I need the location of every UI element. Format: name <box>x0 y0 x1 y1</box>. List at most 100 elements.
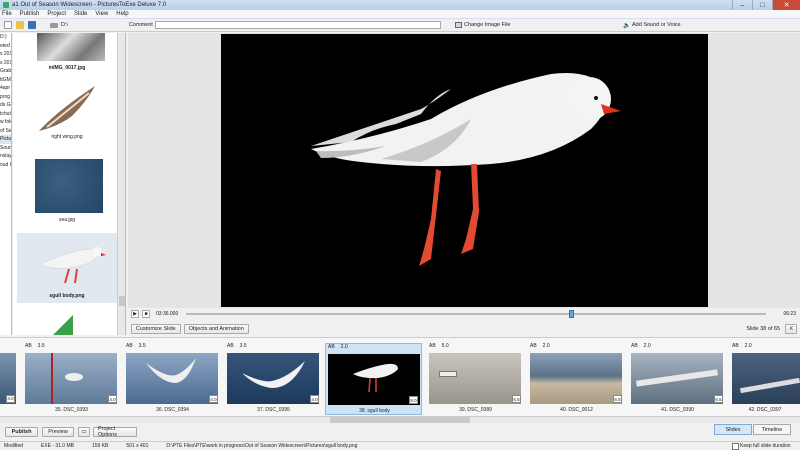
slide-time: 3.5 <box>239 343 247 349</box>
slide-duration: 4.0 <box>6 395 15 403</box>
scroll-thumb[interactable] <box>119 296 125 306</box>
tree-item[interactable]: D:) <box>0 33 11 42</box>
tree-item[interactable]: w fold <box>0 118 11 127</box>
new-file-icon[interactable] <box>4 21 12 29</box>
tree-item[interactable]: Soun <box>0 144 11 153</box>
slide-label: 40. DSC_0012 <box>560 407 593 413</box>
drive-icon <box>50 22 58 28</box>
slide-label: 39. DSC_0389 <box>459 407 492 413</box>
slide-thumb[interactable]: AB 2.0 6.5 41. DSC_0390 <box>629 343 726 415</box>
file-name: sgull body.png <box>49 293 85 299</box>
menu-slide[interactable]: Slide <box>74 11 87 17</box>
slide-label: 35. DSC_0393 <box>55 407 88 413</box>
objects-animation-button[interactable]: Objects and Animation <box>183 323 249 334</box>
slide-strip-scrollbar[interactable] <box>0 417 800 423</box>
maximize-button[interactable]: □ <box>752 0 772 10</box>
menu-help[interactable]: Help <box>116 11 128 17</box>
slide-thumb-selected[interactable]: AB 2.0 8.0 38. sgull body <box>325 343 422 415</box>
comment-label: Comment <box>129 22 153 28</box>
slide-thumb[interactable]: AB 2.0 42. DSC_0397 <box>730 343 800 415</box>
tree-item[interactable]: s 201 <box>0 59 11 68</box>
file-thumbnail <box>39 86 95 131</box>
tree-item[interactable]: eted s <box>0 42 11 51</box>
menu-view[interactable]: View <box>95 11 108 17</box>
slide-thumb[interactable]: AB 3.5 4.0 36. DSC_0394 <box>124 343 221 415</box>
slide-image <box>227 353 319 404</box>
slide-duration: 6.5 <box>714 395 723 403</box>
slide-label: 41. DSC_0390 <box>661 407 694 413</box>
file-item-selected[interactable]: sgull body.png <box>17 233 117 303</box>
slide-preview[interactable] <box>221 34 708 307</box>
slide-thumb[interactable]: AB 3.5 4.0 37. DSC_0395 <box>225 343 322 415</box>
slide-duration: 4.0 <box>310 395 319 403</box>
close-button[interactable]: ✕ <box>772 0 800 10</box>
slide-image <box>631 353 723 404</box>
file-item[interactable]: right wing.png <box>17 81 117 141</box>
publish-button[interactable]: Publish <box>5 427 38 437</box>
save-icon[interactable] <box>28 21 36 29</box>
file-item[interactable]: sea.jpg <box>17 159 117 223</box>
menu-file[interactable]: File <box>2 11 12 17</box>
tree-item[interactable]: 4apr <box>0 84 11 93</box>
add-sound-button[interactable]: Add Sound or Voice <box>632 22 681 28</box>
window-title: a1 Out of Season Widescreen - PicturesTo… <box>12 2 167 8</box>
folder-tree: D:) eted s s 201 s 201 Grabb ttGM 4apr p… <box>0 33 12 335</box>
tab-slides[interactable]: Slides <box>714 424 752 435</box>
tree-item[interactable]: s 201 <box>0 50 11 59</box>
tree-item[interactable]: ds Ge <box>0 101 11 110</box>
slide-thumb[interactable]: AB 2.0 6.5 40. DSC_0012 <box>528 343 625 415</box>
tree-item[interactable]: tchutz <box>0 110 11 119</box>
speaker-icon[interactable]: 🔈 <box>623 22 630 29</box>
file-list: mIMG_0017.jpg right wing.png sea.jpg sgu… <box>13 33 126 335</box>
player-bar: ▶ ■ 03:36.000 06:23 <box>128 308 800 320</box>
slide-label: 38. sgull body <box>359 408 390 414</box>
comment-input[interactable] <box>155 21 441 29</box>
change-image-button[interactable]: Change Image File <box>464 22 510 28</box>
change-image-icon[interactable] <box>455 22 462 28</box>
timeline-knob[interactable] <box>568 310 574 318</box>
slide-duration: 4.0 <box>108 395 117 403</box>
menu-project[interactable]: Project <box>47 11 66 17</box>
file-item[interactable]: mIMG_0017.jpg <box>17 33 117 73</box>
fullscreen-icon[interactable]: ▭ <box>78 427 90 437</box>
slide-time: 5.0 <box>441 343 449 349</box>
tree-item[interactable]: Pictu <box>0 135 11 144</box>
minimize-button[interactable]: – <box>732 0 752 10</box>
slide-image <box>328 354 420 405</box>
menu-publish[interactable]: Publish <box>20 11 40 17</box>
file-name: sea.jpg <box>58 217 76 223</box>
tree-item[interactable]: prog <box>0 93 11 102</box>
timeline-track[interactable] <box>186 310 766 318</box>
tree-item[interactable]: ttGM <box>0 76 11 85</box>
slide-options-bar: Customize Slide Objects and Animation Sl… <box>128 322 800 335</box>
title-bar: a1 Out of Season Widescreen - PicturesTo… <box>0 0 800 10</box>
slide-thumb[interactable]: AB 3.5 4.0 35. DSC_0393 <box>23 343 120 415</box>
scroll-thumb[interactable] <box>330 417 470 423</box>
customize-slide-button[interactable]: Customize Slide <box>131 323 181 334</box>
slide-duration: 6.5 <box>512 395 521 403</box>
stop-button[interactable]: ■ <box>142 310 150 318</box>
close-preview-button[interactable]: X <box>785 323 797 334</box>
tree-item[interactable]: of Se <box>0 127 11 136</box>
slide-ab: AB <box>25 343 32 349</box>
drive-label[interactable]: D:\ <box>61 22 68 28</box>
slide-image <box>530 353 622 404</box>
file-thumbnail-partial[interactable] <box>53 315 73 335</box>
seagull-image <box>311 73 621 266</box>
tree-item[interactable]: oud G <box>0 161 11 170</box>
tree-item[interactable]: Grabb <box>0 67 11 76</box>
keep-duration-checkbox[interactable] <box>732 442 739 450</box>
file-list-scrollbar[interactable] <box>117 33 125 335</box>
slide-partial[interactable]: 4.0 <box>0 353 16 404</box>
tab-timeline[interactable]: Timeline <box>753 424 791 435</box>
play-button[interactable]: ▶ <box>131 310 139 318</box>
preview-button[interactable]: Preview <box>42 427 74 437</box>
status-exe-size: EXE - 31.0 MB <box>40 443 74 449</box>
project-options-button[interactable]: Project Options <box>93 426 137 438</box>
slide-thumb[interactable]: AB 5.0 6.5 39. DSC_0389 <box>427 343 524 415</box>
tree-item[interactable]: nslay <box>0 152 11 161</box>
bottom-bar: Publish Preview ▭ Project Options <box>0 424 800 440</box>
open-folder-icon[interactable] <box>16 21 24 29</box>
elapsed-time: 03:36.000 <box>156 311 179 317</box>
slide-duration: 6.5 <box>613 395 622 403</box>
